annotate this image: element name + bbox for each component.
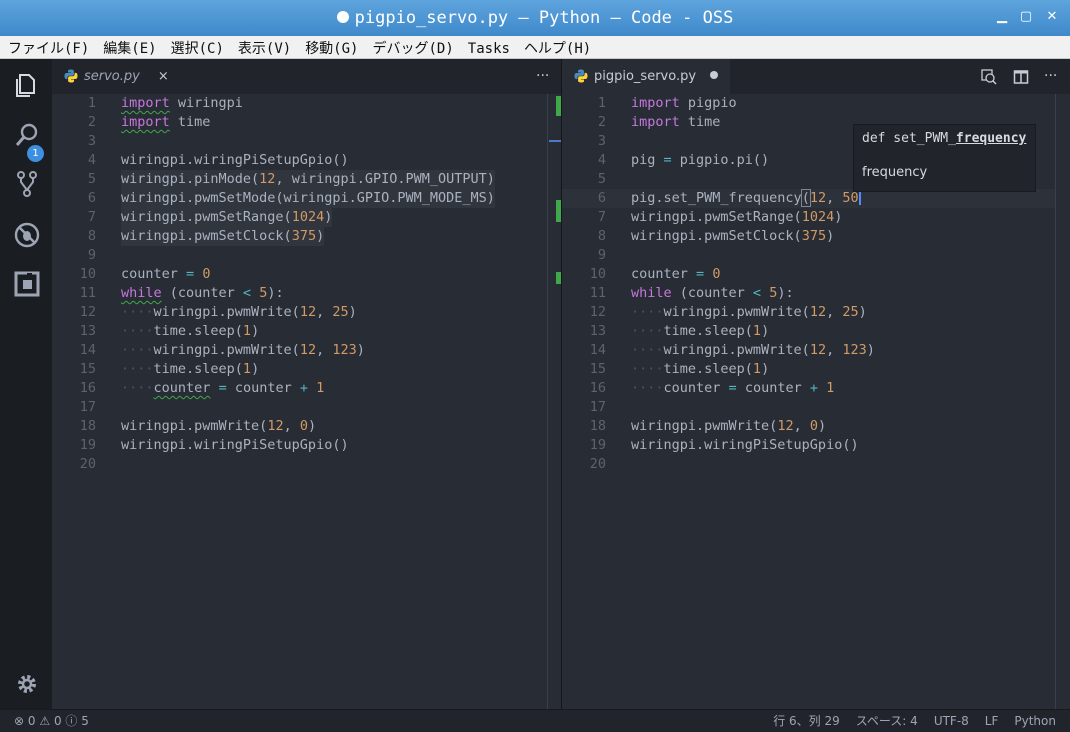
code-line: import time [631,114,721,130]
unsaved-dot-icon[interactable] [710,71,719,79]
open-changes-icon[interactable] [981,69,997,85]
menu-help[interactable]: ヘルプ(H) [516,36,597,58]
tab-bar-left: servo.py × ··· [52,59,561,94]
overview-ruler-right[interactable] [1055,94,1070,709]
files-icon[interactable] [13,71,41,99]
minimize-icon[interactable]: ▁ [995,10,1009,24]
split-editor-icon[interactable] [1013,69,1029,85]
tab-servo-py[interactable]: servo.py × [52,59,181,94]
hover-tooltip: def set_PWM_frequency frequency [853,124,1036,192]
tab-label: pigpio_servo.py [594,69,697,84]
language-mode[interactable]: Python [1014,714,1056,728]
menu-tasks[interactable]: Tasks [460,39,516,57]
code-line: wiringpi.pwmSetClock(375) [121,227,325,246]
code-line: import pigpio [631,95,737,111]
unsaved-dot-icon [336,11,349,23]
code-line: while (counter < 5): [631,285,794,301]
menu-file[interactable]: ファイル(F) [0,36,95,58]
close-window-icon[interactable]: ✕ [1045,10,1059,24]
encoding[interactable]: UTF-8 [934,714,969,728]
menu-bar: ファイル(F) 編集(E) 選択(C) 表示(V) 移動(G) デバッグ(D) Tasks ヘ… [0,36,1070,59]
code-line: ····time.sleep(1) [121,323,260,339]
code-line: wiringpi.pwmSetRange(1024) [121,208,333,227]
title-bar: pigpio_servo.py — Python — Code - OSS ▁ … [0,0,1070,36]
warning-count: 0 [53,714,62,728]
code-line: while (counter < 5): [121,285,284,301]
code-line: import time [121,114,211,130]
code-line: wiringpi.pinMode(12, wiringpi.GPIO.PWM_O… [121,170,495,189]
code-line: pig.set_PWM_frequency(12, 50 [631,189,861,207]
code-line: ····time.sleep(1) [121,361,260,377]
info-count: 5 [81,714,89,728]
overview-ruler-left[interactable] [547,94,562,709]
indentation[interactable]: スペース: 4 [856,714,918,728]
hover-param: frequency [955,131,1027,146]
editor-group-left: servo.py × ··· 1 import wiringpi 2 import t… [52,59,562,709]
tab-label: servo.py [84,69,140,84]
python-file-icon [64,69,78,83]
search-icon[interactable] [13,121,41,149]
code-line: wiringpi.wiringPiSetupGpio() [121,437,349,453]
extensions-icon[interactable] [13,270,41,298]
menu-debug[interactable]: デバッグ(D) [364,36,459,58]
code-line: wiringpi.pwmSetRange(1024) [631,209,843,225]
code-line: ····wiringpi.pwmWrite(12, 123) [121,342,365,358]
activity-bar: 1 [0,59,52,709]
code-line: wiringpi.pwmSetMode(wiringpi.GPIO.PWM_MO… [121,189,495,208]
hover-signature: def set_PWM_frequency [862,131,1027,146]
settings-gear-icon[interactable] [13,670,41,698]
code-line: ····wiringpi.pwmWrite(12, 123) [631,342,875,358]
code-line: ····time.sleep(1) [631,361,770,377]
window-title: pigpio_servo.py — Python — Code - OSS [354,8,734,28]
error-icon: ⊗ [14,714,25,728]
more-actions-icon[interactable]: ··· [1044,68,1057,84]
code-line: pig = pigpio.pi() [631,152,770,168]
code-line: wiringpi.pwmWrite(12, 0) [121,418,317,434]
code-line: ····wiringpi.pwmWrite(12, 25) [121,304,357,320]
code-line: ····counter = counter + 1 [631,380,835,396]
problems-indicator[interactable]: ⊗ 0 ⚠ 0 ⓘ 5 [14,710,89,732]
menu-view[interactable]: 表示(V) [230,36,297,58]
debug-icon[interactable] [13,221,41,249]
source-control-icon[interactable] [13,170,41,198]
status-bar: ⊗ 0 ⚠ 0 ⓘ 5 行 6、列 29 スペース: 4 UTF-8 LF Python [0,709,1070,732]
error-count: 0 [27,714,36,728]
code-line: ····wiringpi.pwmWrite(12, 25) [631,304,867,320]
code-line: wiringpi.pwmSetClock(375) [631,228,835,244]
close-icon[interactable]: × [158,69,169,84]
code-line: ····counter = counter + 1 [121,380,325,396]
menu-go[interactable]: 移動(G) [297,36,364,58]
menu-selection[interactable]: 選択(C) [163,36,230,58]
maximize-icon[interactable]: ▢ [1019,10,1033,24]
tab-bar-right: pigpio_servo.py ··· [562,59,1070,94]
more-actions-icon[interactable]: ··· [536,68,549,84]
hover-doc: frequency [862,165,928,180]
warning-icon: ⚠ [39,714,51,728]
text-cursor [858,190,861,205]
window-title-wrap: pigpio_servo.py — Python — Code - OSS [0,8,1070,28]
code-editor-left[interactable]: 1 import wiringpi 2 import time 3 4 wiringp… [52,94,561,709]
tab-pigpio-servo-py[interactable]: pigpio_servo.py [562,59,731,94]
cursor-marker [549,140,561,142]
code-line: import wiringpi [121,95,243,111]
code-line: wiringpi.pwmWrite(12, 0) [631,418,827,434]
code-line: counter = 0 [631,266,721,282]
python-file-icon [574,69,588,83]
menu-edit[interactable]: 編集(E) [95,36,162,58]
cursor-position[interactable]: 行 6、列 29 [773,714,840,728]
code-line: ····time.sleep(1) [631,323,770,339]
code-line: counter = 0 [121,266,211,282]
code-line: wiringpi.wiringPiSetupGpio() [631,437,859,453]
code-line: wiringpi.wiringPiSetupGpio() [121,152,349,168]
end-of-line[interactable]: LF [985,714,999,728]
info-icon: ⓘ [65,714,78,728]
